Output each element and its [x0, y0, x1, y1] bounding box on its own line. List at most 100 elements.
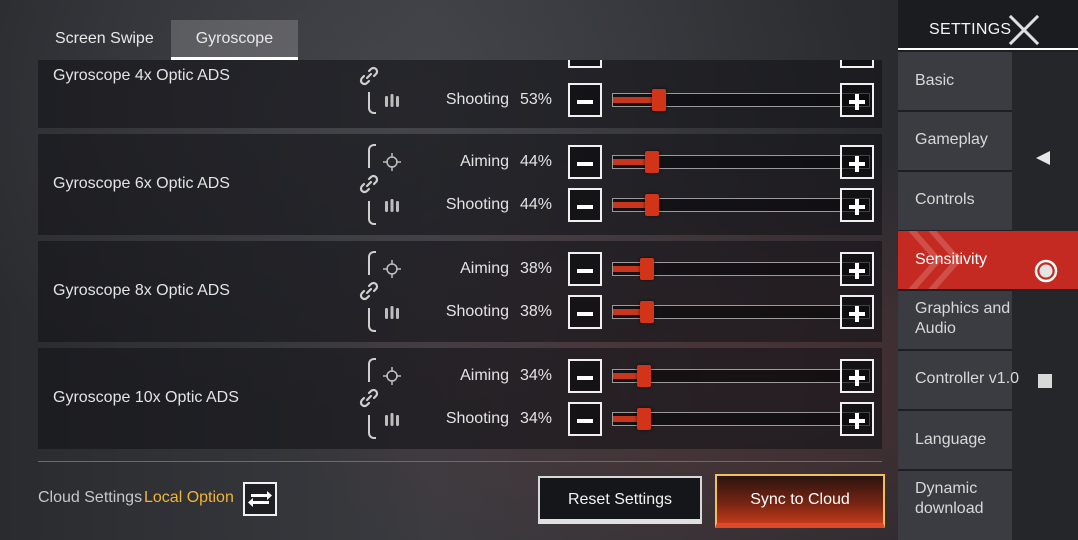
row-value: 44%	[519, 153, 552, 170]
decrease-button[interactable]	[568, 295, 602, 329]
bracket-decoration	[368, 92, 376, 114]
slider-row-shooting: Shooting 38%	[378, 295, 878, 329]
bracket-decoration	[368, 358, 376, 382]
radio-selected-icon	[1034, 259, 1058, 283]
group-gyro-4x: Gyroscope 4x Optic ADS Shooting 53%	[38, 60, 882, 128]
increase-button[interactable]	[840, 252, 874, 286]
row-label: Shooting	[445, 91, 509, 108]
sidebar-item-label: Basic	[915, 72, 955, 89]
group-label: Gyroscope 10x Optic ADS	[53, 389, 239, 406]
sidebar-item-label: Sensitivity	[915, 251, 988, 268]
sidebar-item-dynamic-download[interactable]: Dynamic download	[898, 471, 1012, 540]
slider-row-shooting: Shooting 44%	[378, 188, 878, 222]
bracket-decoration	[368, 308, 376, 332]
sidebar-gutter	[1012, 52, 1078, 540]
group-label: Gyroscope 4x Optic ADS	[53, 67, 230, 84]
bracket-decoration	[368, 144, 376, 168]
sensitivity-slider[interactable]	[612, 365, 870, 387]
sidebar-item-language[interactable]: Language	[898, 411, 1012, 469]
square-indicator-icon	[1038, 374, 1052, 388]
bracket-decoration	[368, 251, 376, 275]
increase-button[interactable]	[840, 188, 874, 222]
sidebar-item-graphics-audio[interactable]: Graphics and Audio	[898, 291, 1012, 349]
slider-thumb[interactable]	[637, 365, 651, 387]
decrease-button[interactable]	[568, 402, 602, 436]
link-icon	[359, 174, 379, 194]
row-label: Aiming	[460, 260, 509, 277]
link-icon	[359, 281, 379, 301]
increase-button[interactable]	[840, 359, 874, 393]
increase-button[interactable]	[840, 83, 874, 117]
tab-bar: Screen Swipe Gyroscope	[38, 20, 299, 60]
divider	[38, 461, 882, 462]
sidebar-header: SETTINGS	[898, 0, 1078, 50]
sidebar-item-basic[interactable]: Basic	[898, 52, 1012, 110]
sensitivity-slider[interactable]	[612, 151, 870, 173]
bracket-decoration	[368, 201, 376, 225]
bracket-decoration	[368, 415, 376, 439]
sidebar-item-label: Dynamic download	[915, 480, 984, 517]
decrease-button[interactable]	[568, 359, 602, 393]
settings-sidebar: SETTINGS Basic Gameplay Controls Sensiti…	[898, 0, 1078, 540]
group-label: Gyroscope 6x Optic ADS	[53, 175, 230, 192]
increase-button[interactable]	[840, 60, 874, 68]
decrease-button[interactable]	[568, 188, 602, 222]
slider-row-shooting: Shooting 53%	[378, 83, 878, 117]
row-label: Aiming	[460, 367, 509, 384]
row-value: 53%	[519, 91, 552, 108]
increase-button[interactable]	[840, 145, 874, 179]
sidebar-item-label: Gameplay	[915, 131, 988, 148]
sidebar-item-sensitivity[interactable]: Sensitivity	[898, 231, 1078, 289]
swap-icon	[248, 491, 272, 507]
slider-row-aiming: Aiming 44%	[378, 145, 878, 179]
sidebar-item-label: Graphics and Audio	[915, 300, 1011, 337]
slider-row-aiming: Aiming 38%	[378, 252, 878, 286]
slider-thumb[interactable]	[645, 194, 659, 216]
cloud-settings-label: Cloud Settings	[38, 489, 143, 506]
decrease-button[interactable]	[568, 145, 602, 179]
local-option-label: Local Option	[144, 489, 234, 506]
link-icon	[359, 388, 379, 408]
sensitivity-list[interactable]: Gyroscope 4x Optic ADS Shooting 53% Gyro…	[38, 60, 882, 450]
close-x-icon[interactable]	[1008, 14, 1040, 46]
decrease-button[interactable]	[568, 252, 602, 286]
decrease-button[interactable]	[568, 60, 602, 68]
sensitivity-slider[interactable]	[612, 194, 870, 216]
tab-screen-swipe[interactable]: Screen Swipe	[38, 20, 171, 60]
increase-button[interactable]	[840, 402, 874, 436]
row-value: 34%	[519, 410, 552, 427]
sidebar-item-controller[interactable]: Controller v1.0	[898, 351, 1019, 409]
swap-button[interactable]	[243, 482, 277, 516]
row-label: Shooting	[445, 303, 509, 320]
row-label: Shooting	[445, 196, 509, 213]
slider-row-aiming: Aiming 34%	[378, 359, 878, 393]
row-value: 34%	[519, 367, 552, 384]
group-gyro-6x: Gyroscope 6x Optic ADS Aiming 44% Shooti…	[38, 134, 882, 235]
sidebar-item-gameplay[interactable]: Gameplay	[898, 112, 1012, 170]
sidebar-item-label: Controls	[915, 191, 975, 208]
slider-thumb[interactable]	[645, 151, 659, 173]
row-value: 38%	[519, 260, 552, 277]
slider-thumb[interactable]	[640, 301, 654, 323]
sensitivity-slider[interactable]	[612, 258, 870, 280]
sync-to-cloud-button[interactable]: Sync to Cloud	[715, 474, 885, 528]
sensitivity-slider[interactable]	[612, 408, 870, 430]
slider-thumb[interactable]	[637, 408, 651, 430]
sensitivity-slider[interactable]	[612, 89, 870, 111]
slider-thumb[interactable]	[652, 89, 666, 111]
group-label: Gyroscope 8x Optic ADS	[53, 282, 230, 299]
reset-settings-button[interactable]: Reset Settings	[538, 476, 702, 524]
tab-gyroscope[interactable]: Gyroscope	[170, 20, 299, 60]
link-icon	[359, 66, 379, 86]
sidebar-title: SETTINGS	[929, 21, 1012, 38]
row-value: 38%	[519, 303, 552, 320]
sidebar-item-label: Controller v1.0	[915, 370, 1020, 387]
sidebar-item-controls[interactable]: Controls	[898, 172, 1012, 230]
sidebar-item-label: Language	[915, 431, 987, 448]
sensitivity-slider[interactable]	[612, 301, 870, 323]
decrease-button[interactable]	[568, 83, 602, 117]
increase-button[interactable]	[840, 295, 874, 329]
slider-thumb[interactable]	[640, 258, 654, 280]
row-label: Aiming	[460, 153, 509, 170]
row-value: 44%	[519, 196, 552, 213]
